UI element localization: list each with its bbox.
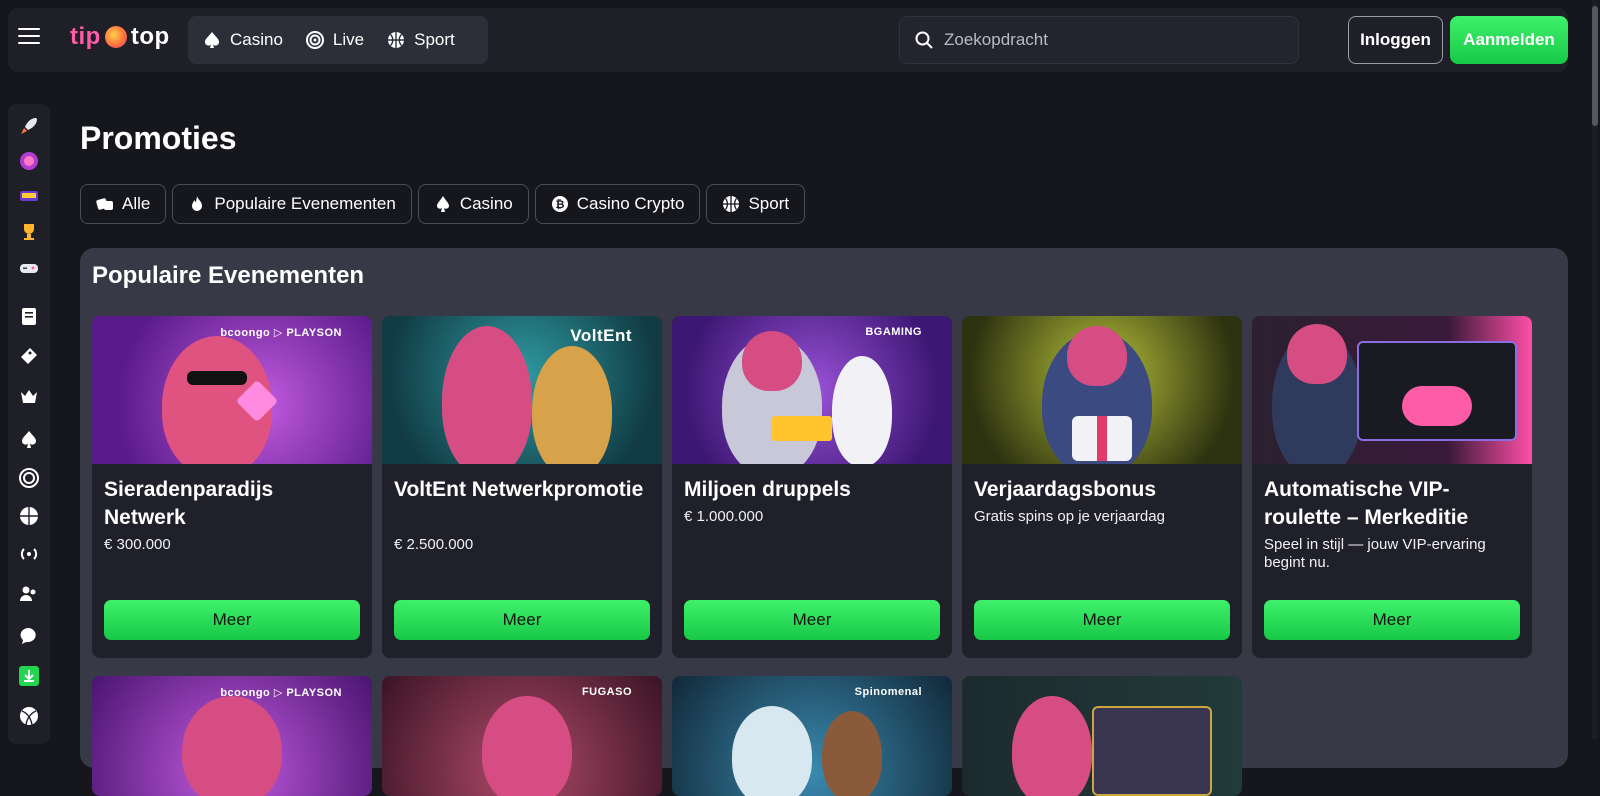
- nav-live[interactable]: Live: [305, 30, 364, 50]
- promo-title: VoltEnt Netwerkpromotie: [394, 478, 644, 501]
- target-icon[interactable]: [17, 466, 41, 490]
- section-title: Populaire Evenementen: [92, 262, 365, 289]
- promo-title: Miljoen druppels: [684, 478, 851, 501]
- promo-subtitle: € 2.500.000: [394, 536, 474, 553]
- basketball-icon: [723, 196, 740, 212]
- nav-casino[interactable]: Casino: [202, 30, 283, 50]
- filter-casino[interactable]: Casino: [417, 184, 529, 224]
- menu-icon[interactable]: [18, 28, 40, 46]
- filter-casino-crypto[interactable]: ₿ Casino Crypto: [534, 184, 701, 224]
- svg-text:₿: ₿: [555, 199, 564, 211]
- more-button[interactable]: Meer: [684, 600, 940, 640]
- promo-image: [1252, 316, 1532, 464]
- logo-text-tip: tip: [70, 23, 101, 50]
- promo-title: Verjaardagsbonus: [974, 478, 1157, 501]
- basketball-icon: [388, 32, 405, 48]
- promo-image: VoltEnt: [382, 316, 662, 464]
- more-button[interactable]: Meer: [1264, 600, 1520, 640]
- promo-image: [962, 316, 1242, 464]
- more-button[interactable]: Meer: [104, 600, 360, 640]
- download-icon[interactable]: [17, 664, 41, 688]
- nav-casino-label: Casino: [230, 30, 283, 49]
- dice-icon: [96, 198, 113, 210]
- target-icon: [305, 31, 324, 49]
- provider-logo: Spinomenal: [854, 686, 922, 698]
- popular-events-panel: Populaire Evenementen bcoongo ▷ PLAYSON …: [80, 248, 1568, 796]
- login-button[interactable]: Inloggen: [1348, 16, 1443, 64]
- page-title: Promoties: [80, 120, 237, 156]
- logo-text-top: top: [130, 23, 170, 50]
- promo-card[interactable]: [962, 676, 1242, 796]
- promo-card[interactable]: BGAMING Miljoen druppels € 1.000.000 Mee…: [672, 316, 952, 658]
- users-icon[interactable]: [17, 582, 41, 606]
- ticket-icon[interactable]: [17, 344, 41, 368]
- promo-title: Sieradenparadijs Netwerk: [104, 478, 274, 529]
- provider-logo: BGAMING: [865, 326, 922, 338]
- filter-sport[interactable]: Sport: [706, 184, 806, 224]
- broadcast-icon[interactable]: [17, 542, 41, 566]
- nav-sport-label: Sport: [414, 30, 455, 49]
- side-rail: [8, 104, 50, 744]
- crown-icon[interactable]: [17, 384, 41, 408]
- filter-sport-label: Sport: [748, 194, 790, 213]
- promo-subtitle: € 1.000.000: [684, 508, 764, 525]
- filter-casino-label: Casino: [459, 194, 513, 213]
- promo-subtitle: Gratis spins op je verjaardag: [974, 508, 1165, 525]
- provider-logo: bcoongo ▷ PLAYSON: [220, 687, 342, 699]
- logo-mark-icon: [104, 26, 127, 48]
- search-box[interactable]: [899, 16, 1299, 64]
- filter-popular-events[interactable]: Populaire Evenementen: [172, 184, 412, 224]
- provider-logo: VoltEnt: [570, 326, 632, 345]
- nav-sport[interactable]: Sport: [386, 30, 455, 50]
- filter-casino-crypto-label: Casino Crypto: [576, 194, 685, 213]
- nav-live-label: Live: [332, 30, 365, 49]
- promo-subtitle: € 300.000: [104, 536, 171, 553]
- logo[interactable]: tip top: [70, 23, 170, 51]
- more-button[interactable]: Meer: [974, 600, 1230, 640]
- token-icon[interactable]: [17, 149, 41, 173]
- more-button[interactable]: Meer: [394, 600, 650, 640]
- basketball-icon[interactable]: [17, 504, 41, 528]
- provider-logo: bcoongo ▷ PLAYSON: [220, 327, 342, 339]
- trophy-icon[interactable]: [17, 220, 41, 244]
- top-bar: tip top Casino Live Sport Inloggen Aanme…: [8, 8, 1568, 72]
- search-input[interactable]: [944, 30, 1274, 50]
- promo-card[interactable]: bcoongo ▷ PLAYSON: [92, 676, 372, 796]
- gamepad-icon[interactable]: [17, 256, 41, 280]
- promo-card[interactable]: Verjaardagsbonus Gratis spins op je verj…: [962, 316, 1242, 658]
- promo-card[interactable]: Spinomenal: [672, 676, 952, 796]
- promo-card[interactable]: FUGASO: [382, 676, 662, 796]
- search-icon: [915, 31, 933, 49]
- promo-card[interactable]: VoltEnt VoltEnt Netwerkpromotie € 2.500.…: [382, 316, 662, 658]
- filter-popular-events-label: Populaire Evenementen: [214, 194, 396, 213]
- spade-icon: [436, 196, 449, 212]
- promo-card[interactable]: bcoongo ▷ PLAYSON Sieradenparadijs Netwe…: [92, 316, 372, 658]
- spade-icon[interactable]: [17, 428, 41, 452]
- promo-image: BGAMING: [672, 316, 952, 464]
- clipboard-icon[interactable]: [17, 304, 41, 328]
- main-nav: Casino Live Sport: [188, 16, 488, 64]
- register-button[interactable]: Aanmelden: [1450, 16, 1568, 64]
- filter-all-label: Alle: [122, 194, 151, 213]
- promo-card[interactable]: Automatische VIP-roulette – Merkeditie S…: [1252, 316, 1532, 658]
- provider-logo: FUGASO: [581, 686, 632, 698]
- spade-icon: [204, 32, 220, 48]
- filter-all[interactable]: Alle: [80, 184, 167, 224]
- promo-title: Automatische VIP-roulette – Merkeditie: [1264, 478, 1469, 529]
- sport-ball-icon[interactable]: [17, 704, 41, 728]
- page-scrollbar[interactable]: [1592, 0, 1598, 739]
- rocket-icon[interactable]: [17, 114, 41, 138]
- filter-tabs: Alle Populaire Evenementen Casino ₿ Casi…: [80, 184, 806, 224]
- promo-subtitle: Speel in stijl — jouw VIP-ervaring begin…: [1264, 536, 1486, 571]
- fire-icon: [192, 196, 203, 211]
- store-icon[interactable]: [17, 184, 41, 208]
- bitcoin-icon: ₿: [551, 196, 568, 212]
- chat-icon[interactable]: [17, 624, 41, 648]
- promo-image: bcoongo ▷ PLAYSON: [92, 316, 372, 464]
